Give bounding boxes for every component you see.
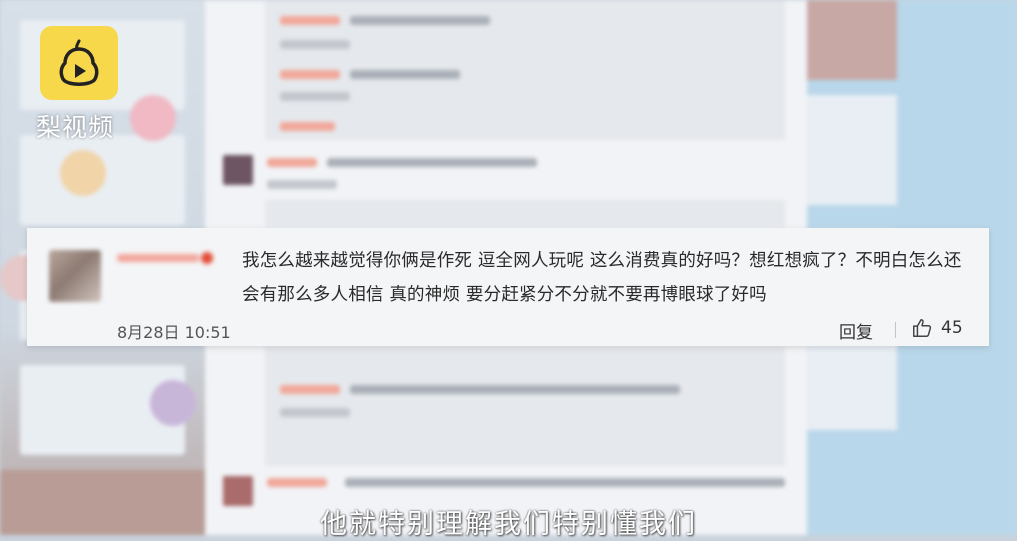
blurred-username	[267, 158, 317, 167]
pear-video-logo	[40, 26, 118, 100]
blurred-time	[280, 408, 350, 417]
username-bar	[117, 254, 199, 262]
blurred-thumbnail	[130, 95, 176, 141]
blurred-thumbnail	[60, 150, 106, 196]
blurred-reply-box	[265, 0, 785, 140]
blurred-text	[350, 70, 460, 79]
blurred-text	[327, 158, 537, 167]
badge-icon	[201, 252, 213, 264]
blurred-reply-box	[265, 346, 785, 466]
like-button[interactable]: 45	[911, 317, 963, 339]
blurred-link	[280, 122, 335, 131]
blurred-time	[267, 180, 337, 189]
like-count: 45	[941, 318, 963, 338]
thumbs-up-icon	[913, 319, 932, 337]
blurred-avatar	[223, 155, 253, 185]
focused-comment-card: 我怎么越来越觉得你俩是作死 逗全网人玩呢 这么消费真的好吗？想红想疯了？不明白怎…	[27, 228, 989, 346]
divider	[895, 322, 896, 338]
reply-button[interactable]: 回复	[839, 318, 873, 343]
blurred-username	[267, 478, 327, 487]
blurred-username	[280, 16, 340, 25]
username-blurred[interactable]	[117, 249, 217, 267]
blurred-username	[280, 385, 340, 394]
blurred-time	[280, 40, 350, 49]
blurred-text	[350, 16, 490, 25]
blurred-card	[807, 95, 897, 205]
avatar[interactable]	[49, 250, 101, 302]
pear-play-icon	[59, 39, 99, 86]
blurred-time	[280, 92, 350, 101]
blurred-thumbnail	[150, 380, 196, 426]
blurred-card	[807, 0, 897, 80]
video-subtitle: 他就特别理解我们特别懂我们	[320, 509, 697, 540]
blurred-reply-box	[265, 200, 785, 228]
brand-text: 梨视频	[36, 113, 115, 142]
blurred-text	[350, 385, 680, 394]
blurred-username	[280, 70, 340, 79]
blurred-text	[345, 478, 785, 487]
comment-timestamp: 8月28日 10:51	[117, 323, 231, 342]
comment-text: 我怎么越来越觉得你俩是作死 逗全网人玩呢 这么消费真的好吗？想红想疯了？不明白怎…	[242, 251, 962, 305]
